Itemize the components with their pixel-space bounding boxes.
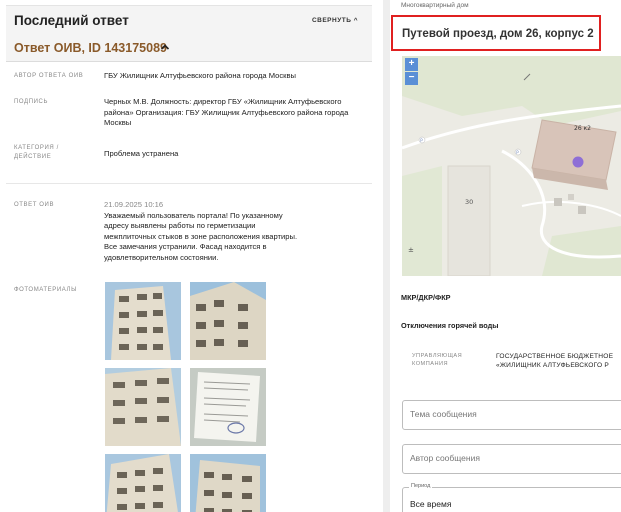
building-type-label: Многоквартирный дом [401, 2, 469, 9]
building-address: Путевой проезд, дом 26, корпус 2 [402, 28, 594, 40]
subject-input[interactable] [410, 409, 610, 419]
signature-label: ПОДПИСЬ [14, 99, 49, 105]
address-highlight: Путевой проезд, дом 26, корпус 2 [391, 15, 601, 51]
last-answer-header: Последний ответ СВЕРНУТЬ ^ [6, 6, 372, 34]
period-field[interactable]: Период Все время [402, 483, 621, 512]
oiv-answer-title: Ответ ОИВ, ID 143175089 [14, 41, 167, 55]
photos-label: ФОТОМАТЕРИАЛЫ [14, 287, 77, 293]
photo-thumbnail[interactable] [105, 282, 181, 360]
building-panel: Многоквартирный дом Путевой проезд, дом … [390, 0, 621, 512]
map-view[interactable]: 30 26 к2 P P ± + − [402, 56, 621, 276]
map-number-30: 30 [465, 198, 473, 206]
answer-date: 21.09.2025 10:16 [104, 200, 164, 209]
last-answer-title: Последний ответ [14, 13, 129, 28]
period-legend: Период [409, 483, 433, 489]
management-company-label: УПРАВЛЯЮЩАЯ КОМПАНИЯ [412, 353, 463, 367]
hot-water-label: Отключения горячей воды [401, 321, 499, 330]
photo-thumbnail[interactable] [190, 282, 266, 360]
management-company-value: ГОСУДАРСТВЕННОЕ БЮДЖЕТНОЕ «ЖИЛИЩНИК АЛТУ… [496, 352, 621, 370]
photo-thumbnail[interactable] [105, 454, 181, 512]
category-label: КАТЕГОРИЯ / ДЕЙСТВИЕ [14, 145, 59, 160]
photo-thumbnail[interactable] [190, 454, 266, 512]
mkr-label: МКР/ДКР/ФКР [401, 293, 451, 302]
period-value: Все время [410, 499, 452, 509]
author-input[interactable] [410, 453, 610, 463]
signature-value: Черных М.В. Должность: директор ГБУ «Жил… [104, 97, 349, 127]
answer-label: ОТВЕТ ОИВ [14, 202, 55, 208]
subject-field[interactable] [402, 400, 621, 430]
oiv-answer-header[interactable]: Ответ ОИВ, ID 143175089 [6, 34, 372, 62]
location-marker[interactable] [572, 156, 584, 168]
chevron-up-icon[interactable] [160, 42, 170, 52]
author-label: АВТОР ОТВЕТА ОИВ [14, 73, 84, 79]
zoom-in-button[interactable]: + [405, 58, 418, 71]
photo-thumbnail[interactable] [105, 368, 181, 446]
answer-body: 21.09.2025 10:16 Уважаемый пользователь … [104, 200, 299, 263]
author-value: ГБУ Жилищник Алтуфьевского района города… [104, 71, 296, 80]
category-value: Проблема устранена [104, 149, 179, 158]
management-company-line2: «ЖИЛИЩНИК АЛТУФЬЕВСКОГО Р [496, 362, 609, 369]
document-photo[interactable] [190, 368, 266, 446]
answer-text: Уважаемый пользователь портала! По указа… [104, 210, 298, 262]
author-field[interactable] [402, 444, 621, 474]
answer-panel: Последний ответ СВЕРНУТЬ ^ Ответ ОИВ, ID… [0, 0, 383, 512]
panel-divider [383, 0, 390, 512]
section-divider [6, 183, 372, 184]
svg-text:±: ± [408, 246, 414, 254]
zoom-out-button[interactable]: − [405, 72, 418, 85]
management-company-line1: ГОСУДАРСТВЕННОЕ БЮДЖЕТНОЕ [496, 353, 614, 360]
map-house-label: 26 к2 [574, 125, 591, 132]
collapse-button[interactable]: СВЕРНУТЬ ^ [312, 17, 358, 24]
